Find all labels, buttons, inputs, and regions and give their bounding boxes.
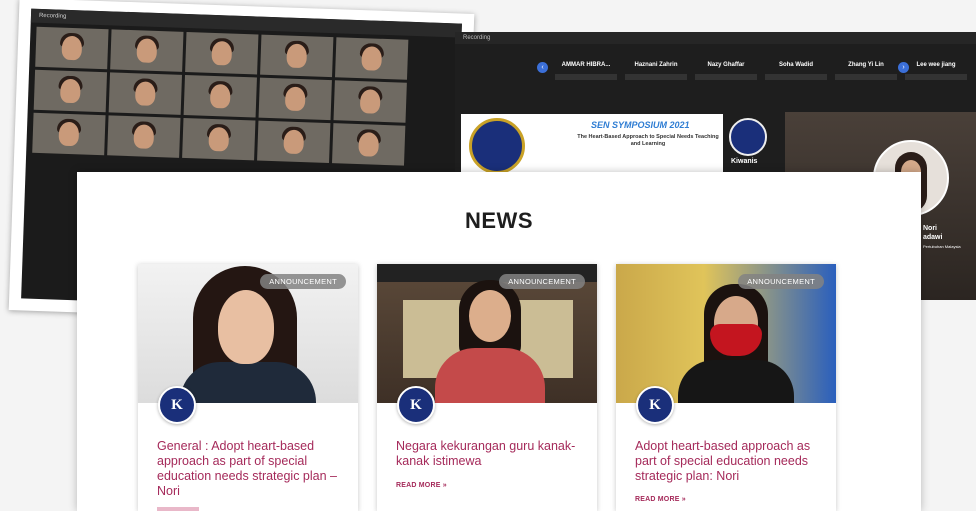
recording-bar: Recording: [455, 32, 976, 44]
video-tile: [108, 72, 183, 115]
video-tile: [335, 37, 409, 80]
video-tile: [257, 120, 331, 164]
video-tile: [182, 117, 256, 161]
news-card-image[interactable]: ANNOUNCEMENT: [377, 264, 597, 403]
participant-thumb: AMMAR HIBRA...: [555, 62, 617, 80]
participant-thumb: Zhang Yi Lin: [835, 62, 897, 80]
participant-thumb: Soha Wadid: [765, 62, 827, 80]
slide-subtitle: The Heart-Based Approach to Special Need…: [577, 134, 719, 147]
news-card-title[interactable]: Negara kekurangan guru kanak-kanak istim…: [396, 439, 586, 469]
news-card[interactable]: ANNOUNCEMENT K General : Adopt heart-bas…: [138, 264, 358, 511]
video-tile: [260, 34, 334, 78]
video-tile: [258, 77, 332, 121]
news-section: NEWS ANNOUNCEMENT K General : Adopt hear…: [77, 172, 921, 511]
news-card-image[interactable]: ANNOUNCEMENT: [138, 264, 358, 403]
prev-arrow-icon[interactable]: ‹: [537, 62, 548, 73]
emblem-icon: [469, 118, 525, 174]
video-tile: [32, 112, 106, 156]
news-card-image[interactable]: ANNOUNCEMENT: [616, 264, 836, 403]
kiwanis-logo-icon: [729, 118, 767, 156]
news-card[interactable]: ANNOUNCEMENT K Negara kekurangan guru ka…: [377, 264, 597, 511]
announcement-badge: ANNOUNCEMENT: [499, 274, 585, 289]
news-heading: NEWS: [465, 208, 533, 233]
news-card-title[interactable]: General : Adopt heart-based approach as …: [157, 439, 347, 499]
kiwanis-label: Kiwanis: [731, 158, 758, 165]
read-more-partial[interactable]: [157, 507, 199, 511]
shared-slide: SEN SYMPOSIUM 2021 The Heart-Based Appro…: [461, 114, 723, 174]
video-tile: [33, 69, 108, 113]
video-tile: [333, 80, 407, 123]
video-tile: [35, 26, 109, 70]
read-more-link[interactable]: READ MORE »: [635, 496, 686, 503]
news-card-title[interactable]: Adopt heart-based approach as part of sp…: [635, 439, 825, 484]
participant-thumb: Nazy Ghaffar: [695, 62, 757, 80]
video-tile: [183, 74, 257, 118]
read-more-link[interactable]: READ MORE »: [396, 482, 447, 489]
announcement-badge: ANNOUNCEMENT: [260, 274, 346, 289]
slide-title: SEN SYMPOSIUM 2021: [591, 120, 690, 130]
kiwanis-logo-icon: K: [636, 386, 674, 424]
video-tile: [332, 123, 406, 166]
speaker-name: Nori adawi Pertubuhan Malaysia: [923, 225, 961, 249]
news-card[interactable]: ANNOUNCEMENT K Adopt heart-based approac…: [616, 264, 836, 511]
participant-thumb: Lee wee jiang: [905, 62, 967, 80]
next-arrow-icon[interactable]: ›: [898, 62, 909, 73]
video-tile: [107, 115, 181, 158]
participant-thumb: Haznani Zahrin: [625, 62, 687, 80]
kiwanis-logo-icon: K: [158, 386, 196, 424]
video-tile: [185, 32, 259, 75]
kiwanis-logo-icon: K: [397, 386, 435, 424]
announcement-badge: ANNOUNCEMENT: [738, 274, 824, 289]
participant-grid: [26, 23, 461, 172]
video-tile: [110, 29, 184, 72]
